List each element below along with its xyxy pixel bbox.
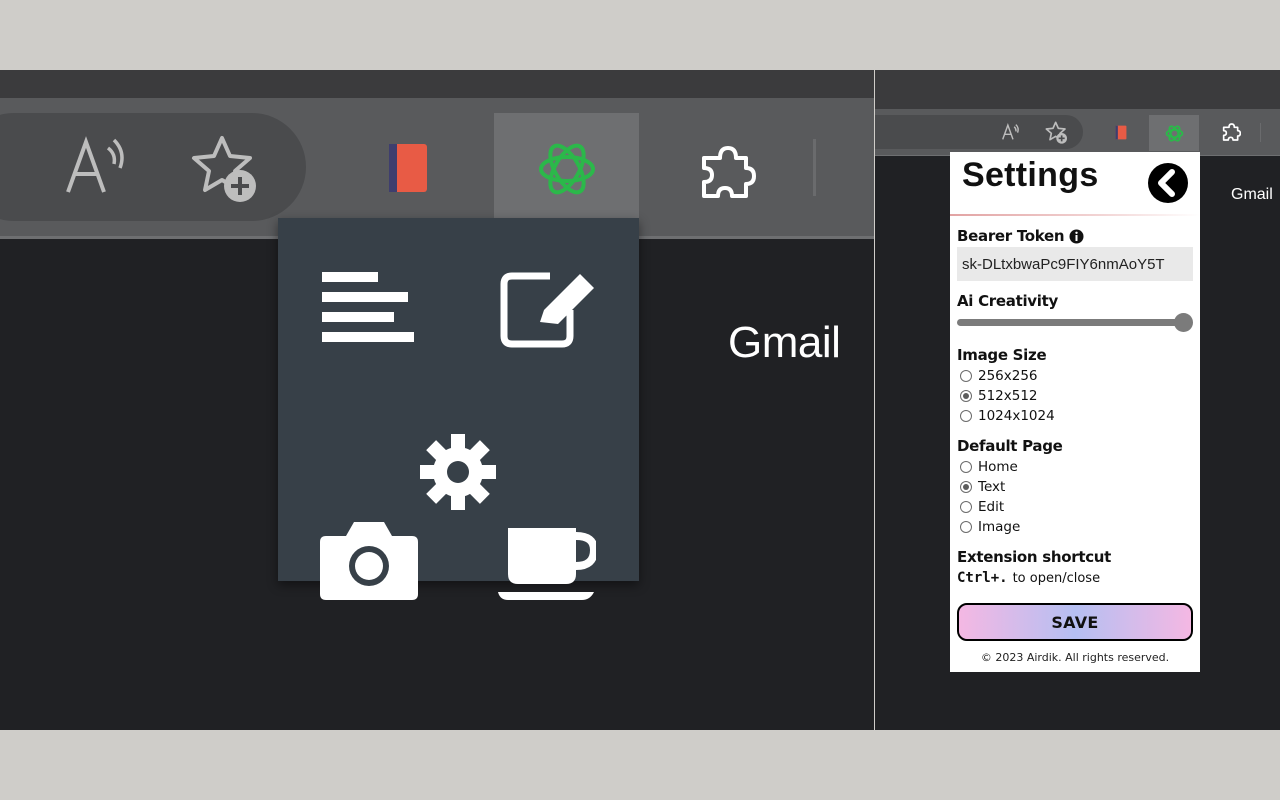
- camera-icon[interactable]: [318, 518, 420, 604]
- radio-256x256[interactable]: [960, 370, 972, 382]
- radio-home[interactable]: [960, 461, 972, 473]
- ai-creativity-label: Ai Creativity: [957, 292, 1058, 310]
- bearer-token-label-row: Bearer Token: [957, 227, 1084, 245]
- radio-image[interactable]: [960, 521, 972, 533]
- toolbar-separator: [813, 139, 816, 196]
- add-favorite-icon[interactable]: [1045, 121, 1069, 145]
- gear-icon[interactable]: [418, 432, 498, 512]
- extension-shortcut-label: Extension shortcut: [957, 548, 1112, 566]
- toolbar-separator: [1260, 123, 1261, 142]
- shortcut-description: Ctrl+. to open/close: [957, 570, 1100, 586]
- read-aloud-icon[interactable]: [62, 134, 132, 198]
- default-page-option[interactable]: Image: [960, 517, 1020, 537]
- add-favorite-icon[interactable]: [190, 134, 262, 206]
- save-button[interactable]: SAVE: [957, 603, 1193, 641]
- shortcut-text: to open/close: [1012, 571, 1101, 586]
- back-button[interactable]: [1148, 163, 1188, 203]
- ai-creativity-slider-thumb[interactable]: [1173, 313, 1193, 332]
- extensions-puzzle-icon[interactable]: [696, 144, 756, 200]
- coffee-cup-icon[interactable]: [496, 524, 596, 604]
- settings-panel: Settings Bearer Token Ai Creativity Imag…: [950, 152, 1200, 672]
- default-page-option[interactable]: Text: [960, 477, 1005, 497]
- gmail-link[interactable]: Gmail: [1231, 186, 1273, 204]
- bearer-token-input[interactable]: [957, 247, 1193, 281]
- shortcut-key: Ctrl+.: [957, 570, 1008, 586]
- zoomed-browser-view: Gmail: [0, 70, 874, 730]
- default-page-option[interactable]: Edit: [960, 497, 1004, 517]
- image-size-option[interactable]: 256x256: [960, 366, 1038, 386]
- radio-text[interactable]: [960, 481, 972, 493]
- copyright-text: © 2023 Airdik. All rights reserved.: [980, 651, 1170, 664]
- text-lines-icon[interactable]: [320, 270, 416, 345]
- radio-edit[interactable]: [960, 501, 972, 513]
- extensions-puzzle-icon[interactable]: [1221, 122, 1241, 142]
- read-aloud-icon[interactable]: [1001, 122, 1021, 142]
- tab-strip: [875, 70, 1280, 109]
- ai-creativity-slider-track[interactable]: [957, 319, 1183, 326]
- default-page-option[interactable]: Home: [960, 457, 1018, 477]
- bearer-token-label: Bearer Token: [957, 227, 1065, 245]
- edit-pencil-icon[interactable]: [500, 270, 598, 348]
- settings-title: Settings: [962, 156, 1099, 194]
- chevron-left-icon: [1158, 169, 1175, 197]
- radio-512x512[interactable]: [960, 390, 972, 402]
- tab-strip: [0, 70, 874, 98]
- default-page-label: Default Page: [957, 437, 1063, 455]
- gmail-link[interactable]: Gmail: [728, 318, 841, 368]
- image-size-option[interactable]: 1024x1024: [960, 406, 1055, 426]
- image-size-label: Image Size: [957, 346, 1047, 364]
- chatgpt-logo-icon: [539, 143, 595, 195]
- radio-1024x1024[interactable]: [960, 410, 972, 422]
- chatgpt-logo-icon: [1165, 125, 1184, 142]
- title-divider: [950, 214, 1200, 216]
- extension-popup-menu: [278, 218, 639, 600]
- info-icon[interactable]: [1069, 229, 1084, 244]
- red-extension-icon[interactable]: [1115, 124, 1127, 141]
- red-extension-icon[interactable]: [387, 142, 429, 194]
- image-size-option[interactable]: 512x512: [960, 386, 1038, 406]
